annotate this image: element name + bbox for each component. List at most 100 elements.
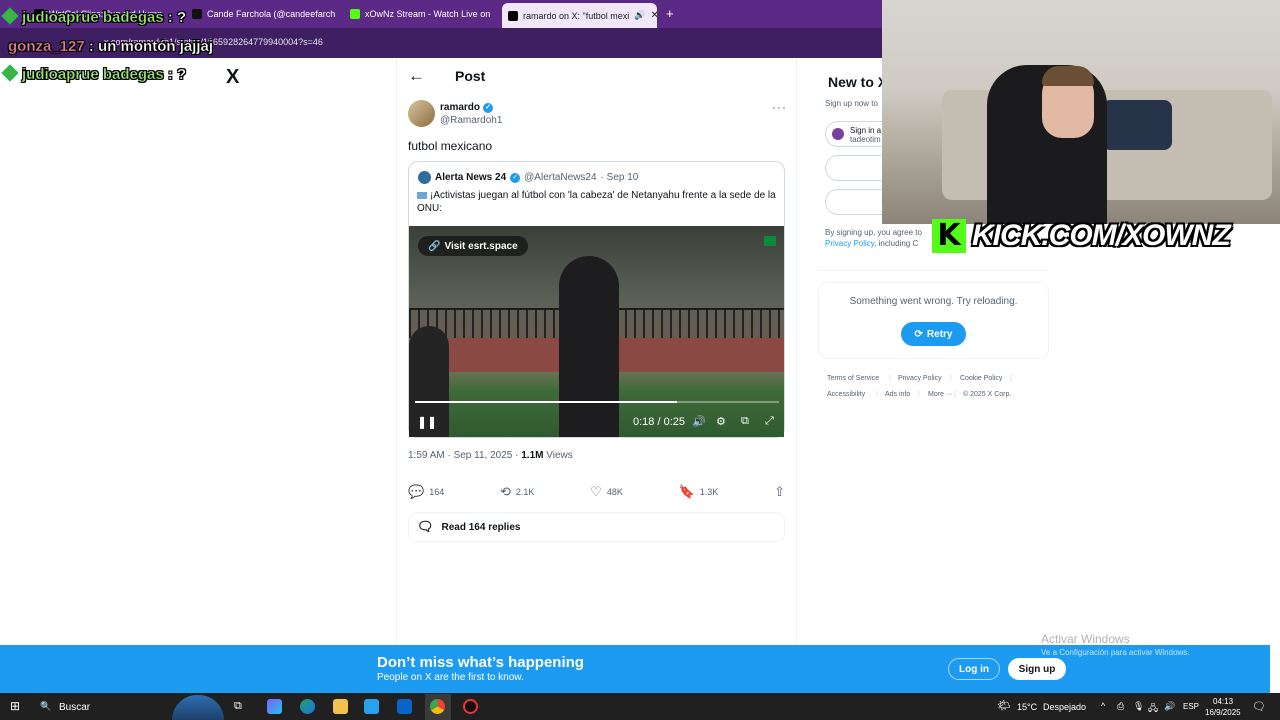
bookmark-icon: 🔖: [678, 484, 695, 499]
reply-button[interactable]: 💬 164: [408, 484, 444, 500]
speaker-icon: 🔊: [634, 10, 646, 20]
footer-terms-link[interactable]: Terms of Service: [827, 375, 879, 382]
footer-separator: |: [876, 391, 878, 398]
volume-tray-icon[interactable]: 🔊: [1164, 701, 1175, 712]
footer-more-link[interactable]: More ···: [928, 391, 953, 398]
bookmark-button[interactable]: 🔖 1.3K: [679, 484, 719, 500]
chat-message: judioaprue badegas : ?: [1, 64, 186, 83]
settings-icon[interactable]: ⚙: [716, 415, 726, 428]
tab-xownz[interactable]: xOwNz Stream - Watch Live on✕: [350, 5, 495, 23]
tab-ramardo[interactable]: ramardo on X: "futbol mexi 🔊 ✕: [502, 3, 657, 28]
chat-message: gonza_127 : un montón jajjaj: [8, 38, 213, 55]
error-card: [818, 282, 1049, 359]
taskbar-search-input[interactable]: Buscar: [59, 702, 90, 713]
read-replies-button[interactable]: 🗨 Read 164 replies: [408, 512, 785, 542]
read-replies-label: Read 164 replies: [441, 521, 521, 533]
share-icon: ⇧: [774, 484, 785, 499]
banner-title: Don’t miss what’s happening: [377, 654, 584, 671]
kick-url: KICK.COM/XOWNZ: [972, 219, 1231, 252]
chat-message: judioaprue badegas : ?: [1, 7, 187, 26]
verified-icon: ✓: [510, 172, 521, 183]
flag-icon: [417, 191, 427, 199]
x-logo-icon[interactable]: X: [226, 66, 239, 89]
signup-button[interactable]: Sign up: [1008, 658, 1066, 680]
search-icon: 🔍: [40, 701, 52, 711]
column-divider: [796, 58, 797, 645]
tweet-actions: 💬 164 ⟲ 2.1K ♡ 48K 🔖 1.3K ⇧: [408, 484, 785, 500]
like-button[interactable]: ♡ 48K: [590, 484, 623, 500]
tray-icon[interactable]: ⎙: [1117, 701, 1124, 712]
weather-temp[interactable]: 15°C: [1017, 702, 1037, 712]
retry-button[interactable]: ⟳ Retry: [901, 322, 966, 346]
chat-text: ?: [177, 9, 187, 26]
visit-label: Visit esrt.space: [444, 240, 518, 252]
footer-separator: |: [889, 375, 891, 382]
edge-icon[interactable]: [300, 699, 315, 714]
back-arrow-icon[interactable]: ←: [408, 66, 425, 86]
privacy-link[interactable]: Privacy Policy: [825, 239, 874, 248]
repost-button[interactable]: ⟲ 2.1K: [500, 484, 534, 500]
tweet-time[interactable]: 1:59 AM · Sep 11, 2025 ·: [408, 450, 518, 461]
language-indicator[interactable]: ESP: [1183, 702, 1199, 711]
close-tab-icon[interactable]: ✕: [650, 10, 657, 21]
pip-icon[interactable]: ⧉: [741, 415, 749, 428]
network-icon[interactable]: 🖧: [1148, 701, 1158, 717]
chat-user: judioaprue badegas: [22, 66, 164, 83]
avatar[interactable]: [408, 100, 435, 127]
heart-icon: ♡: [590, 484, 602, 499]
verified-icon: ✓: [483, 102, 494, 113]
chat-user: judioaprue badegas: [22, 9, 164, 26]
file-explorer-icon[interactable]: [333, 699, 348, 714]
task-view-icon[interactable]: ⧉: [234, 700, 242, 713]
fullscreen-icon[interactable]: ⤢: [765, 415, 774, 428]
copilot-icon[interactable]: [267, 699, 282, 714]
microphone-icon[interactable]: 🎙: [1133, 701, 1144, 712]
video-player[interactable]: [409, 226, 784, 437]
more-options-icon[interactable]: ···: [772, 100, 787, 114]
like-count: 48K: [606, 487, 623, 497]
outlook-icon[interactable]: [397, 699, 412, 714]
clock-date[interactable]: 16/9/2025: [1205, 708, 1241, 717]
chat-user: gonza_127: [8, 38, 85, 55]
clock-time[interactable]: 04:13: [1213, 697, 1233, 706]
kick-overlay: K KICK.COM/XOWNZ: [932, 217, 1231, 255]
pause-icon[interactable]: ❚❚: [417, 415, 437, 429]
chrome-icon[interactable]: [430, 699, 445, 714]
webcam-hair: [1042, 66, 1094, 86]
tab-cande[interactable]: Cande Farchola (@candeefarch✕: [192, 5, 337, 23]
terms-text: By signing up, you agree to Privacy Polic…: [825, 227, 922, 249]
share-button[interactable]: ⇧: [774, 484, 785, 500]
footer-ads-link[interactable]: Ads info: [885, 391, 910, 398]
weather-icon: 🌤: [997, 700, 1011, 712]
footer-accessibility-link[interactable]: Accessibility: [827, 391, 865, 398]
login-button[interactable]: Log in: [948, 658, 1000, 680]
reply-icon: 💬: [408, 484, 425, 499]
store-icon[interactable]: [364, 699, 379, 714]
tiktok-icon: [192, 9, 202, 19]
signup-prompt: Sign up now to: [825, 99, 878, 108]
windows-start-icon[interactable]: ⊞: [10, 699, 20, 713]
volume-icon[interactable]: 🔊: [692, 415, 706, 428]
chat-badge-icon: [1, 64, 19, 82]
app-icon[interactable]: [463, 699, 478, 714]
author-name[interactable]: ramardo ✓: [440, 102, 494, 113]
footer-cookie-link[interactable]: Cookie Policy: [960, 375, 1002, 382]
tab-label: Cande Farchola (@candeefarch: [207, 9, 336, 19]
chevron-up-icon[interactable]: ^: [1101, 701, 1105, 711]
tab-label: ramardo on X: "futbol mexi: [523, 10, 630, 21]
video-progress-fill: [415, 401, 678, 403]
column-divider: [396, 58, 397, 645]
footer-separator: |: [950, 375, 952, 382]
footer-separator: |: [1010, 375, 1012, 382]
visit-link-button[interactable]: 🔗 Visit esrt.space: [418, 236, 528, 256]
footer-privacy-link[interactable]: Privacy Policy: [898, 375, 942, 382]
chat-sep: :: [167, 9, 173, 26]
reply-count: 164: [429, 487, 445, 497]
notifications-icon[interactable]: 🗨: [1252, 700, 1266, 713]
quote-handle: @AlertaNews24: [524, 172, 597, 183]
views-count: 1.1M: [521, 450, 544, 461]
video-progress-bar[interactable]: [415, 401, 779, 403]
author-handle[interactable]: @Ramardoh1: [440, 115, 502, 126]
new-tab-button[interactable]: +: [666, 6, 674, 21]
quote-avatar[interactable]: [418, 171, 431, 184]
